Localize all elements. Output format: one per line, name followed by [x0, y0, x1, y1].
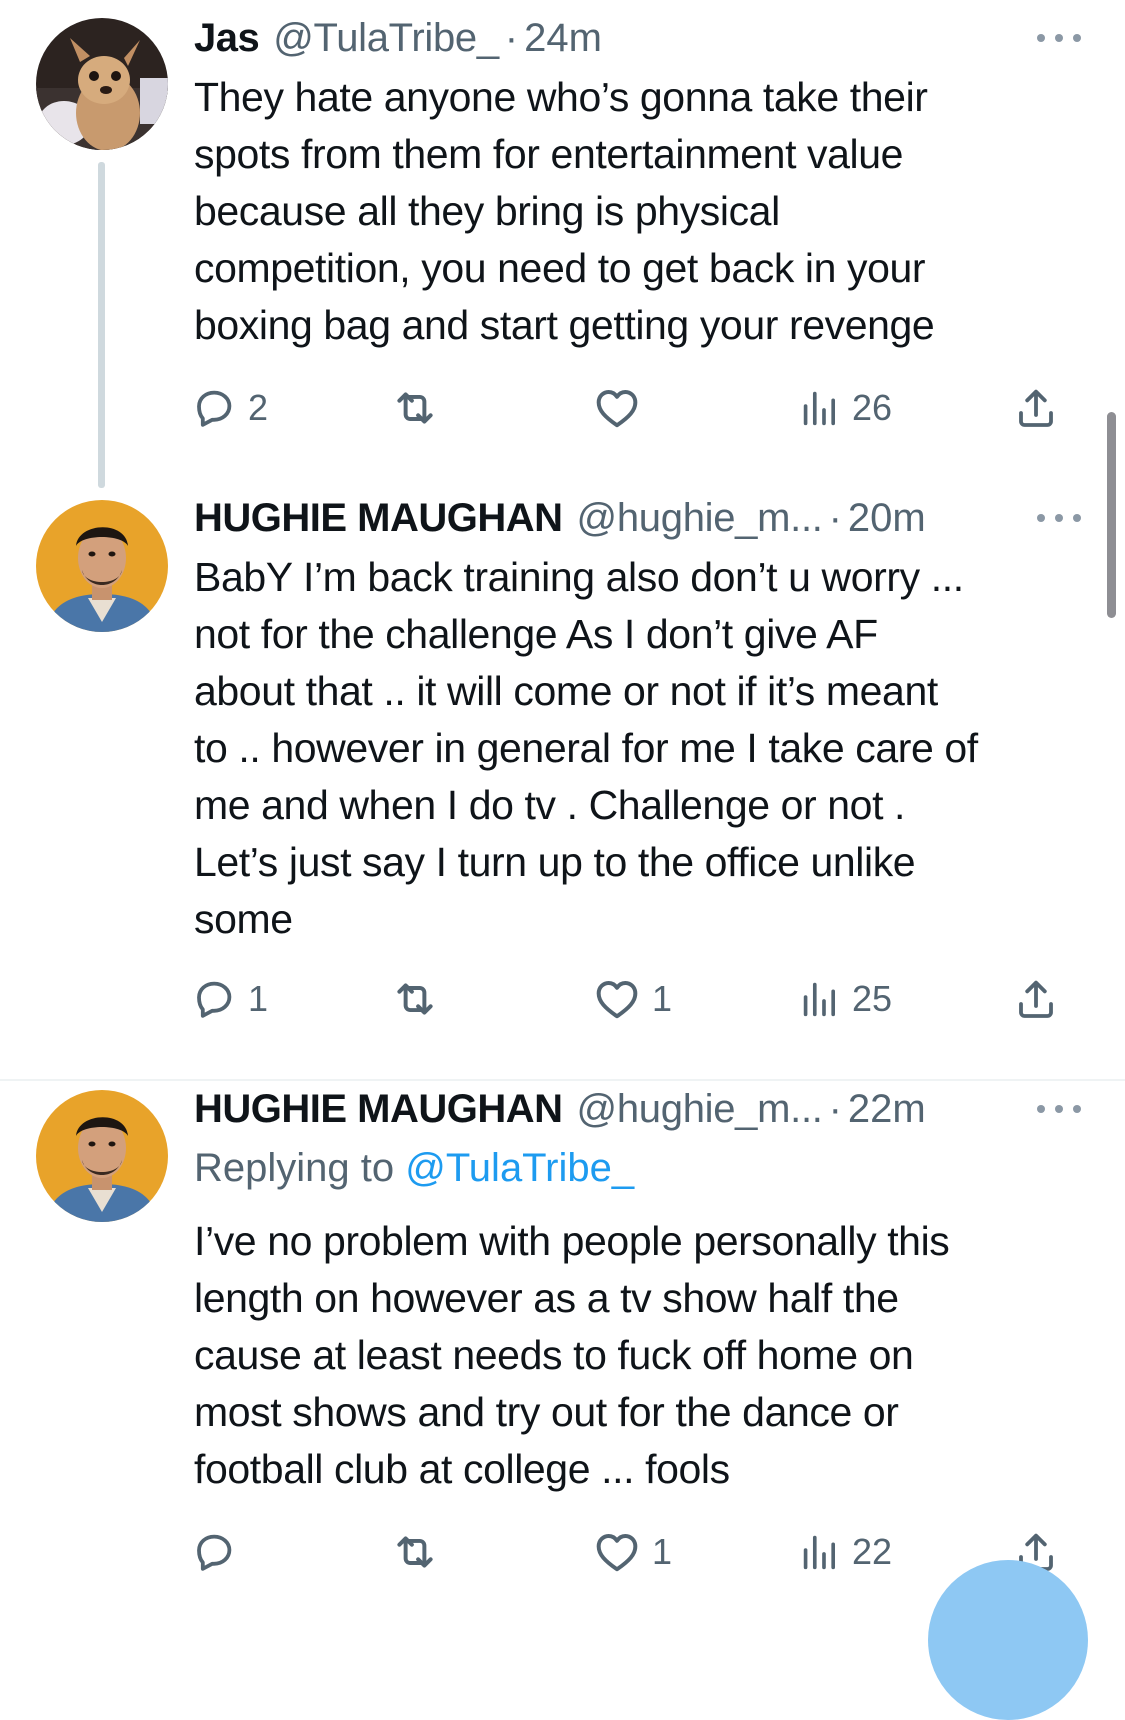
- tweet-text-line: boxing bag and start getting your reveng…: [194, 302, 935, 348]
- like-button[interactable]: 1: [592, 1522, 672, 1582]
- tweet-text: BabY I’m back training also don’t u worr…: [194, 549, 1074, 948]
- tweet[interactable]: Jas @TulaTribe_ · 24m They hate anyone w…: [0, 0, 1125, 500]
- tweet-text-line: some: [194, 896, 293, 942]
- like-count: 1: [652, 1531, 673, 1572]
- more-dot: [1073, 1105, 1081, 1113]
- more-dot: [1055, 1105, 1063, 1113]
- display-name[interactable]: Jas: [194, 10, 260, 66]
- like-button[interactable]: [592, 378, 652, 438]
- tweet-text-line: I’ve no problem with people personally t…: [194, 1218, 950, 1264]
- reply-icon: [190, 1528, 238, 1576]
- more-dot: [1073, 34, 1081, 42]
- more-icon[interactable]: [1037, 1099, 1081, 1119]
- tweet-text: They hate anyone who’s gonna take their …: [194, 69, 1074, 354]
- thread-line: [98, 162, 105, 488]
- views-button[interactable]: 25: [796, 969, 892, 1029]
- tweet-text-line: football club at college ... fools: [194, 1446, 730, 1492]
- tweet-text-line: Let’s just say I turn up to the office u…: [194, 839, 916, 885]
- user-handle[interactable]: @hughie_m...: [577, 490, 823, 546]
- heart-icon: [592, 383, 642, 433]
- views-icon: [796, 976, 842, 1022]
- timestamp[interactable]: 24m: [524, 10, 602, 66]
- timestamp[interactable]: 22m: [848, 1081, 926, 1137]
- tweet-text-line: spots from them for entertainment value: [194, 131, 904, 177]
- tweet-text-line: BabY I’m back training also don’t u worr…: [194, 554, 964, 600]
- tweet-text-line: They hate anyone who’s gonna take their: [194, 74, 928, 120]
- views-icon: [796, 1529, 842, 1575]
- share-icon: [1012, 384, 1060, 432]
- retweet-icon: [390, 1527, 440, 1577]
- avatar[interactable]: [36, 500, 168, 632]
- view-count: 22: [852, 1531, 893, 1572]
- tweet-header: HUGHIE MAUGHAN @hughie_m... · 20m: [194, 490, 1065, 546]
- user-handle[interactable]: @TulaTribe_: [273, 10, 499, 66]
- action-bar: 1 22: [190, 1522, 1090, 1582]
- tweet[interactable]: HUGHIE MAUGHAN @hughie_m... · 20m BabY I…: [0, 496, 1125, 1080]
- views-button[interactable]: 22: [796, 1522, 892, 1582]
- separator-dot: ·: [504, 16, 519, 60]
- user-handle[interactable]: @hughie_m...: [577, 1081, 823, 1137]
- display-name[interactable]: HUGHIE MAUGHAN: [194, 490, 563, 546]
- heart-icon: [592, 974, 642, 1024]
- retweet-button[interactable]: [390, 969, 450, 1029]
- tweet-text-line: not for the challenge As I don’t give AF: [194, 611, 878, 657]
- replying-to: Replying to @TulaTribe_: [194, 1140, 634, 1196]
- reply-button[interactable]: 2: [190, 378, 268, 438]
- views-icon: [796, 385, 842, 431]
- tweet[interactable]: HUGHIE MAUGHAN @hughie_m... · 22m Replyi…: [0, 1087, 1125, 1608]
- tweet-text-line: cause at least needs to fuck off home on: [194, 1332, 914, 1378]
- like-button[interactable]: 1: [592, 969, 672, 1029]
- view-count: 26: [852, 387, 893, 428]
- share-button[interactable]: [1012, 969, 1060, 1029]
- avatar[interactable]: [36, 18, 168, 150]
- retweet-button[interactable]: [390, 1522, 450, 1582]
- retweet-icon: [390, 383, 440, 433]
- retweet-button[interactable]: [390, 378, 450, 438]
- share-icon: [1012, 975, 1060, 1023]
- tweet-text-line: about that .. it will come or not if it’…: [194, 668, 938, 714]
- more-dot: [1055, 34, 1063, 42]
- more-dot: [1037, 514, 1045, 522]
- reply-count: 2: [248, 387, 269, 428]
- more-dot: [1055, 514, 1063, 522]
- action-bar: 2 26: [190, 378, 1090, 438]
- more-icon[interactable]: [1037, 508, 1081, 528]
- reply-count: 1: [248, 978, 269, 1019]
- retweet-icon: [390, 974, 440, 1024]
- tweet-text-line: most shows and try out for the dance or: [194, 1389, 899, 1435]
- reply-icon: [190, 384, 238, 432]
- reply-icon: [190, 975, 238, 1023]
- separator-dot: ·: [828, 496, 842, 540]
- separator-dot: ·: [828, 1087, 842, 1131]
- timestamp[interactable]: 20m: [848, 490, 926, 546]
- tweet-header: HUGHIE MAUGHAN @hughie_m... · 22m: [194, 1081, 1065, 1137]
- reply-button[interactable]: 1: [190, 969, 268, 1029]
- tweet-text-line: to .. however in general for me I take c…: [194, 725, 978, 771]
- avatar[interactable]: [36, 1090, 168, 1222]
- view-count: 25: [852, 978, 893, 1019]
- tweet-text: I’ve no problem with people personally t…: [194, 1213, 1074, 1498]
- views-button[interactable]: 26: [796, 378, 892, 438]
- heart-icon: [592, 1527, 642, 1577]
- action-bar: 1 1 25: [190, 969, 1090, 1029]
- more-icon[interactable]: [1037, 28, 1081, 48]
- tweet-text-line: because all they bring is physical: [194, 188, 780, 234]
- compose-button[interactable]: [928, 1560, 1088, 1720]
- more-dot: [1073, 514, 1081, 522]
- mention-link[interactable]: @TulaTribe_: [405, 1146, 634, 1190]
- display-name[interactable]: HUGHIE MAUGHAN: [194, 1081, 563, 1137]
- tweet-text-line: me and when I do tv . Challenge or not .: [194, 782, 906, 828]
- share-button[interactable]: [1012, 378, 1060, 438]
- tweet-header: Jas @TulaTribe_ · 24m: [194, 10, 1065, 66]
- tweet-text-line: length on however as a tv show half the: [194, 1275, 899, 1321]
- reply-button[interactable]: [190, 1522, 248, 1582]
- more-dot: [1037, 34, 1045, 42]
- replying-prefix: Replying to: [194, 1146, 395, 1190]
- more-dot: [1037, 1105, 1045, 1113]
- scrollbar[interactable]: [1107, 412, 1116, 618]
- like-count: 1: [652, 978, 673, 1019]
- tweet-text-line: competition, you need to get back in you…: [194, 245, 926, 291]
